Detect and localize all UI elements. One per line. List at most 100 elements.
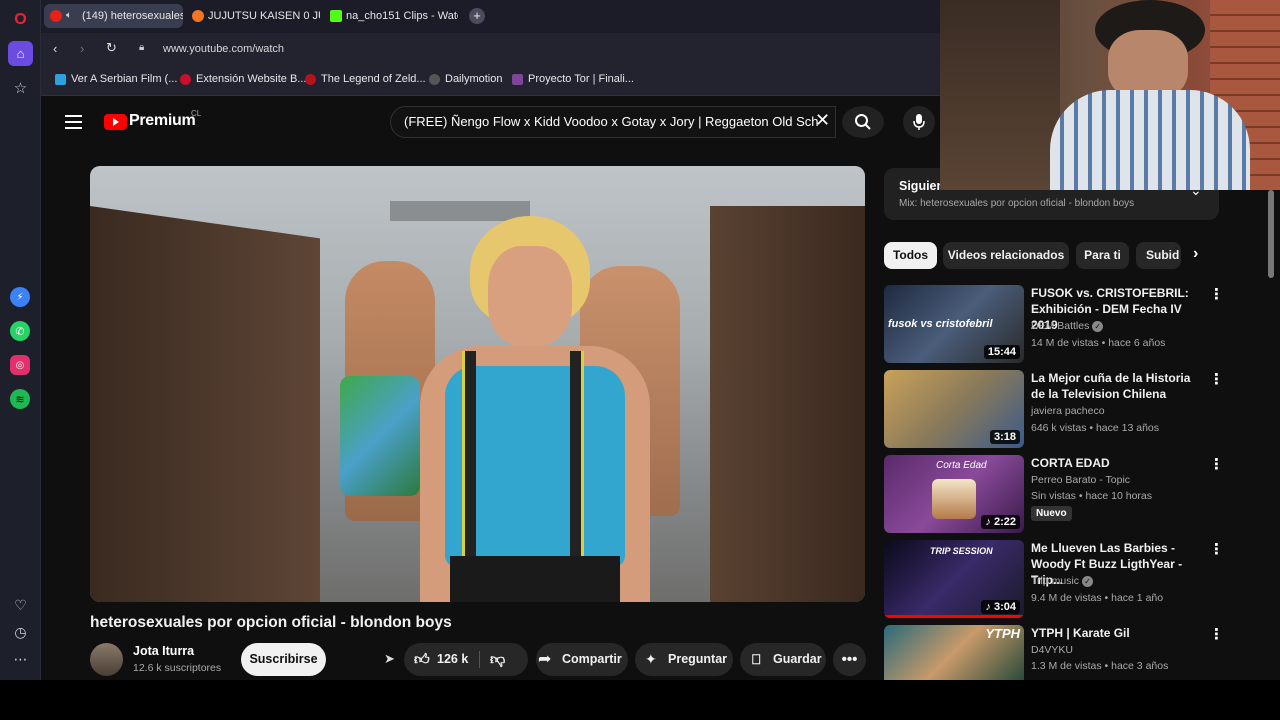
suspender-left	[462, 351, 476, 561]
tab-kick[interactable]: na_cho151 Clips - Watch L	[324, 4, 458, 28]
bookmark-icon: ⎕	[752, 651, 761, 667]
recommendation-title[interactable]: La Mejor cuña de la Historia de la Telev…	[1031, 370, 1205, 402]
recommendation-meta: 14 M de vistas • hace 6 años	[1031, 337, 1166, 349]
tab-title: JUJUTSU KAISEN 0 JUJUTS	[208, 10, 320, 22]
recommendation-channel: D4VYKU	[1031, 644, 1074, 656]
locker-left	[90, 206, 320, 602]
youtube-logo-icon[interactable]	[104, 114, 127, 130]
thumbnail-text: YTPH	[985, 626, 1020, 641]
video-title: heterosexuales por opcion oficial - blon…	[90, 614, 452, 631]
share-label: Compartir	[562, 652, 622, 666]
scrollbar-thumb[interactable]	[1268, 190, 1274, 278]
duration-badge: ♪ 2:22	[981, 515, 1020, 529]
list-item[interactable]: Corta Edad ♪ 2:22 CORTA EDAD Perreo Bara…	[884, 455, 1264, 535]
opera-logo-icon[interactable]: O	[8, 7, 33, 32]
premium-label[interactable]: Premium	[129, 112, 196, 130]
search-icon	[855, 114, 871, 130]
tab-bar: 🔈︎ (149) heterosexuales p JUJUTSU KAISEN…	[41, 0, 940, 33]
sparkle-icon: ✦	[645, 651, 657, 667]
tab-active[interactable]: 🔈︎ (149) heterosexuales p	[44, 4, 183, 28]
video-thumbnail[interactable]: fusok vs cristofebril 15:44	[884, 285, 1024, 363]
screen: O ⌂ ☆ ⚡ ✆ ◎ ≋ ♡ ◷ ⋯ 🔈︎ (149) heterosexua…	[0, 0, 1280, 680]
clear-search-icon[interactable]: ✕	[815, 110, 830, 131]
list-item[interactable]: 3:18 La Mejor cuña de la Historia de la …	[884, 370, 1264, 450]
more-options-icon[interactable]: ⋮	[1209, 370, 1224, 388]
whatsapp-icon[interactable]: ✆	[10, 321, 30, 341]
bookmark-favicon-icon	[512, 74, 523, 85]
video-thumbnail[interactable]: 3:18	[884, 370, 1024, 448]
search-button[interactable]	[842, 106, 884, 138]
list-item[interactable]: YTPH YTPH | Karate Gil D4VYKU 1.3 M de v…	[884, 625, 1264, 680]
bookmark-favicon-icon	[180, 74, 191, 85]
more-options-icon[interactable]: ⋮	[1209, 540, 1224, 558]
black-pants	[450, 556, 620, 602]
speaker-icon[interactable]: 🔈︎	[66, 4, 72, 28]
channel-avatar[interactable]	[90, 643, 123, 676]
heart-icon[interactable]: ♡	[8, 593, 33, 618]
tab-jujutsu[interactable]: JUJUTSU KAISEN 0 JUJUTS	[186, 4, 320, 28]
thumbs-up-icon[interactable]: 👍︎	[414, 643, 430, 676]
back-icon[interactable]: ‹	[53, 41, 57, 56]
voice-search-button[interactable]	[903, 106, 935, 138]
chip-para-ti[interactable]: Para ti	[1076, 242, 1129, 269]
more-options-icon[interactable]: ⋮	[1209, 455, 1224, 473]
new-tab-button[interactable]: +	[469, 8, 485, 24]
search-input[interactable]: (FREE) Ñengo Flow x Kidd Voodoo x Gotay …	[390, 106, 836, 138]
more-icon[interactable]: ⋯	[8, 647, 33, 672]
more-options-icon[interactable]: ⋮	[1209, 285, 1224, 303]
face	[488, 246, 572, 346]
recommendation-title[interactable]: CORTA EDAD	[1031, 455, 1205, 471]
save-button[interactable]: ⎕ Guardar	[740, 643, 826, 676]
video-thumbnail[interactable]: YTPH	[884, 625, 1024, 680]
bookmark-favicon-icon	[429, 74, 440, 85]
subscriber-count: 12.6 k suscriptores	[133, 662, 222, 674]
video-thumbnail[interactable]: Corta Edad ♪ 2:22	[884, 455, 1024, 533]
recommendation-channel: Trip music ✓	[1031, 575, 1093, 587]
address-bar: ‹ › ↻ 🔒︎ www.youtube.com/watch	[41, 33, 940, 66]
tab-title: na_cho151 Clips - Watch L	[346, 10, 458, 22]
chips-next-icon[interactable]: ›	[1193, 245, 1198, 263]
recommendation-meta: 1.3 M de vistas • hace 3 años	[1031, 660, 1169, 672]
more-actions-button[interactable]: •••	[833, 643, 866, 676]
like-divider	[479, 651, 480, 668]
ask-label: Preguntar	[668, 652, 728, 666]
forward-icon[interactable]: ›	[80, 41, 84, 56]
history-icon[interactable]: ◷	[8, 620, 33, 645]
channel-label: DEM Battles	[1031, 320, 1090, 332]
chip-videos-relacionados[interactable]: Videos relacionados	[943, 242, 1069, 269]
bookmark-item[interactable]: Proyecto Tor | Finali...	[512, 73, 634, 85]
messenger-icon[interactable]: ⚡	[10, 287, 30, 307]
bookmark-item[interactable]: Dailymotion	[429, 73, 502, 85]
spotify-icon[interactable]: ≋	[10, 389, 30, 409]
list-item[interactable]: fusok vs cristofebril 15:44 FUSOK vs. CR…	[884, 285, 1264, 365]
share-icon: ➦	[538, 651, 552, 668]
thumbnail-text: Corta Edad	[936, 460, 987, 471]
chip-todos[interactable]: Todos	[884, 242, 937, 269]
home-icon[interactable]: ⌂	[8, 41, 33, 66]
url-field[interactable]: www.youtube.com/watch	[163, 43, 284, 55]
video-player[interactable]	[90, 166, 865, 602]
star-icon[interactable]: ☆	[8, 75, 33, 100]
video-thumbnail[interactable]: TRIP SESSION ♪ 3:04	[884, 540, 1024, 618]
share-button[interactable]: ➦ Compartir	[536, 643, 628, 676]
bookmark-label: Proyecto Tor | Finali...	[528, 73, 634, 85]
bookmark-item[interactable]: Extensión Website B...	[180, 73, 306, 85]
ask-button[interactable]: ✦ Preguntar	[635, 643, 733, 676]
thumbs-down-icon[interactable]: 👎︎	[490, 643, 505, 676]
recommendation-title[interactable]: YTPH | Karate Gil	[1031, 625, 1205, 641]
more-options-icon[interactable]: ⋮	[1209, 625, 1224, 643]
channel-name[interactable]: Jota Iturra	[133, 644, 194, 658]
recommendation-meta: 9.4 M de vistas • hace 1 año	[1031, 592, 1164, 604]
bookmark-label: Extensión Website B...	[196, 73, 307, 85]
chip-subidos[interactable]: Subid	[1136, 242, 1181, 269]
bookmark-item[interactable]: The Legend of Zeld...	[305, 73, 426, 85]
like-count[interactable]: 126 k	[437, 643, 468, 676]
menu-icon[interactable]	[65, 115, 82, 129]
thumbnail-text: fusok vs cristofebril	[888, 318, 993, 330]
reload-icon[interactable]: ↻	[106, 40, 117, 56]
list-item[interactable]: TRIP SESSION ♪ 3:04 Me Llueven Las Barbi…	[884, 540, 1264, 620]
green-towel	[340, 376, 420, 496]
instagram-icon[interactable]: ◎	[10, 355, 30, 375]
bookmark-item[interactable]: Ver A Serbian Film (...	[55, 73, 177, 85]
subscribe-button[interactable]: Suscribirse	[241, 643, 326, 676]
